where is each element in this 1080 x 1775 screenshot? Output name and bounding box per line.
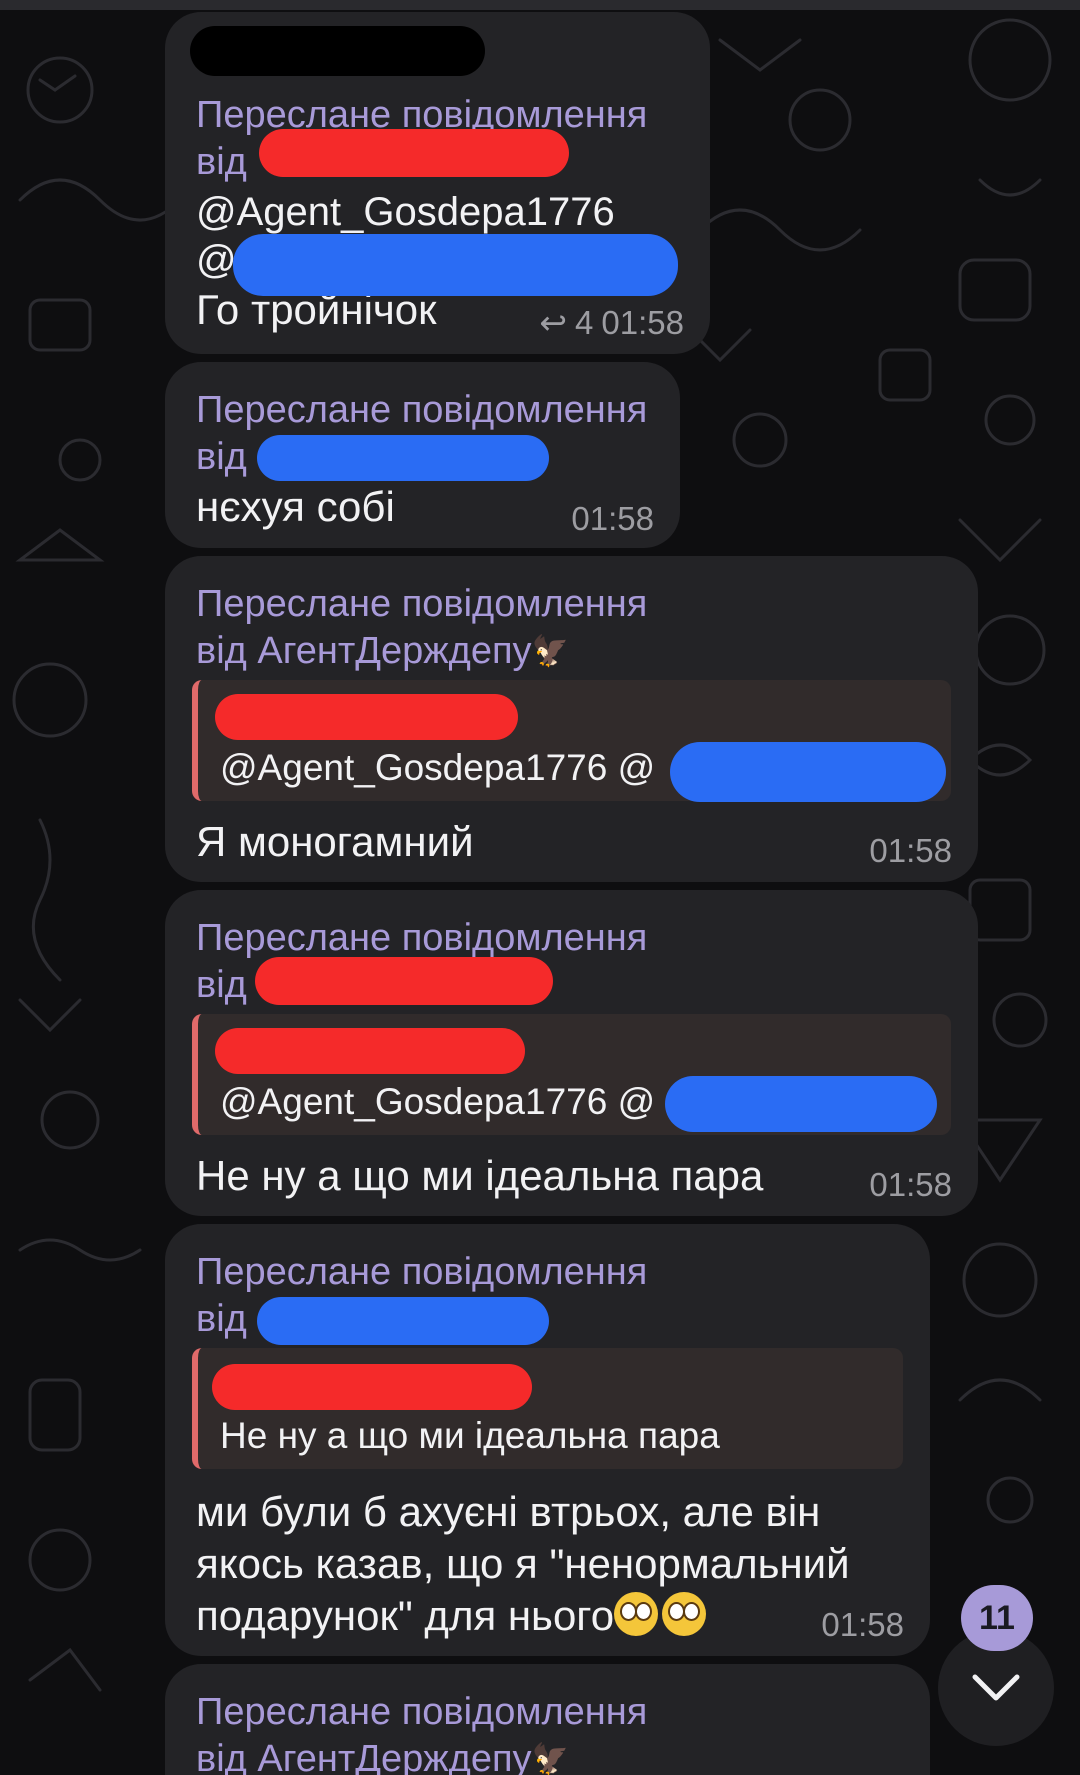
message-time: 01:58 [869,832,952,869]
redacted-quote-author [212,1364,532,1410]
mention-link[interactable]: @Agent_Gosdepa1776 [196,188,647,236]
message-time: 01:58 [869,1166,952,1203]
message-text: Я моногамний [196,818,474,865]
message-meta: 01:58 [869,1166,952,1204]
message-time: 01:58 [821,1606,904,1643]
chevron-down-icon [972,1674,1020,1701]
message-text-line: ми були б ахуєні втрьох, але він [196,1488,821,1535]
redacted-forward-name [257,435,549,481]
forwarded-label: Переслане повідомлення [196,389,648,431]
forwarded-label: Переслане повідомлення [196,917,648,959]
redacted-mention [665,1076,937,1132]
message-meta: 01:58 [571,500,654,538]
redacted-mention [670,742,946,802]
reply-arrow-icon[interactable]: ↩ [539,303,567,342]
message-meta: ↩ 4 01:58 [539,303,684,342]
message-bubble[interactable]: Переслане повідомлення від @Agent_Gosdep… [165,890,978,1216]
message-meta: 01:58 [869,832,952,870]
message-bubble[interactable]: Переслане повідомлення від @Agent_Gosdep… [165,12,710,354]
message-bubble[interactable]: Переслане повідомлення від нєхуя собі 01… [165,362,680,548]
eagle-emoji-icon: 🦅 [531,1743,569,1775]
message-bubble[interactable]: Переслане повідомлення від АгентДерждепу… [165,556,978,882]
redacted-mention [233,234,678,296]
redacted-forward-name [255,957,553,1005]
message-time: 01:58 [601,303,684,341]
redacted-quote-author [215,694,518,740]
quote-text: Не ну а що ми ідеальна пара [220,1415,720,1456]
redacted-quote-author [215,1028,525,1074]
redacted-forward-name [257,1297,549,1345]
forwarded-from[interactable]: від АгентДерждепу🦅 [196,1735,647,1775]
forwarded-label: Переслане повідомлення [196,1691,648,1733]
message-text-line: якось казав, що я "ненормальний [196,1540,850,1587]
message-text-line: подарунок" для нього [196,1590,850,1642]
forwarded-from[interactable]: від АгентДерждепу🦅 [196,627,647,676]
forwarded-label: Переслане повідомлення [196,1251,648,1293]
face-with-rolling-eyes-icon [662,1592,707,1636]
message-meta: 01:58 [821,1606,904,1644]
eagle-emoji-icon: 🦅 [531,635,569,668]
message-time: 01:58 [571,500,654,537]
redacted-sender-name [190,26,485,76]
status-bar-edge [0,0,1080,10]
forwarded-label: Переслане повідомлення [196,583,648,625]
face-with-rolling-eyes-icon [614,1592,659,1636]
message-text: Не ну а що ми ідеальна пара [196,1152,764,1199]
message-bubble[interactable]: Переслане повідомлення від Не ну а що ми… [165,1224,930,1656]
unread-count-badge[interactable]: 11 [961,1585,1033,1651]
redacted-forward-name [259,129,569,177]
reply-count[interactable]: 4 [575,304,593,342]
message-bubble[interactable]: Переслане повідомлення від АгентДерждепу… [165,1664,930,1775]
